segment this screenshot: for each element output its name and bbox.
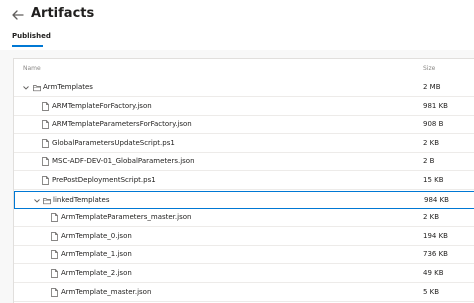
arrow-left-icon[interactable]: [10, 7, 26, 23]
tab-published[interactable]: Published: [12, 32, 51, 40]
size-value: 981 KB: [423, 101, 448, 110]
column-header-name[interactable]: Name: [23, 65, 41, 72]
file-icon: [51, 287, 58, 297]
file-icon: [42, 101, 49, 111]
file-row[interactable]: GlobalParametersUpdateScript.ps1 2 KB: [14, 135, 474, 153]
file-icon: [51, 231, 58, 241]
file-icon: [42, 120, 49, 130]
file-name: ARMTemplateForFactory.json: [52, 101, 152, 110]
size-value: 194 KB: [423, 231, 448, 240]
tab-selected-indicator: [12, 45, 43, 47]
size-value: 984 KB: [424, 195, 449, 204]
page-header: Artifacts Published: [0, 0, 474, 50]
size-value: 908 B: [423, 120, 444, 129]
chevron-down-icon[interactable]: [33, 197, 41, 205]
file-name: ARMTemplateParametersForFactory.json: [52, 120, 192, 129]
file-row[interactable]: MSC-ADF-DEV-01_GlobalParameters.json 2 B: [14, 153, 474, 172]
file-row[interactable]: ArmTemplate_2.json 49 KB: [14, 265, 474, 283]
file-row[interactable]: ArmTemplate_0.json 194 KB: [14, 228, 474, 246]
table-header: Name Size: [14, 59, 474, 79]
file-row[interactable]: PrePostDeploymentScript.ps1 15 KB: [14, 172, 474, 190]
folder-name: linkedTemplates: [53, 195, 110, 204]
file-name: ArmTemplate_1.json: [61, 250, 132, 259]
column-header-size[interactable]: Size: [423, 65, 435, 72]
file-row[interactable]: ArmTemplate_1.json 736 KB: [14, 246, 474, 265]
file-name: ArmTemplate_master.json: [61, 287, 152, 296]
size-value: 5 KB: [423, 287, 440, 296]
file-icon: [42, 176, 49, 185]
file-row[interactable]: ARMTemplateParametersForFactory.json 908 …: [14, 116, 474, 135]
file-name: ArmTemplate_0.json: [61, 231, 132, 240]
page-title: Artifacts: [31, 6, 95, 21]
file-icon: [51, 213, 58, 223]
file-name: MSC-ADF-DEV-01_GlobalParameters.json: [52, 157, 195, 166]
file-icon: [51, 269, 58, 278]
folder-name: ArmTemplates: [43, 83, 93, 91]
size-value: 2 B: [423, 157, 435, 166]
artifacts-table: Name Size ArmTemplates 2 MB ARMTemplateFor…: [13, 58, 474, 303]
file-name: GlobalParametersUpdateScript.ps1: [52, 138, 175, 147]
file-icon: [42, 138, 49, 148]
folder-row[interactable]: linkedTemplates 984 KB: [14, 190, 474, 209]
folder-row[interactable]: ArmTemplates 2 MB: [14, 79, 474, 97]
file-name: PrePostDeploymentScript.ps1: [52, 176, 156, 184]
size-value: 49 KB: [423, 269, 444, 277]
file-row[interactable]: ARMTemplateForFactory.json 981 KB: [14, 98, 474, 116]
size-value: 15 KB: [423, 176, 444, 184]
chevron-down-icon[interactable]: [22, 84, 30, 92]
file-row[interactable]: ArmTemplate_master.json 5 KB: [14, 284, 474, 302]
artifacts-page: Artifacts Published Name Size ArmTemplat…: [0, 0, 474, 303]
file-name: ArmTemplateParameters_master.json: [61, 213, 192, 222]
size-value: 2 MB: [423, 83, 441, 91]
size-value: 736 KB: [423, 250, 448, 259]
file-name: ArmTemplate_2.json: [61, 269, 132, 277]
folder-icon: [43, 197, 51, 204]
size-value: 2 KB: [423, 213, 440, 222]
size-value: 2 KB: [423, 138, 440, 147]
file-row[interactable]: ArmTemplateParameters_master.json 2 KB: [14, 209, 474, 228]
file-icon: [42, 157, 49, 167]
file-icon: [51, 250, 58, 260]
folder-icon: [33, 85, 41, 92]
